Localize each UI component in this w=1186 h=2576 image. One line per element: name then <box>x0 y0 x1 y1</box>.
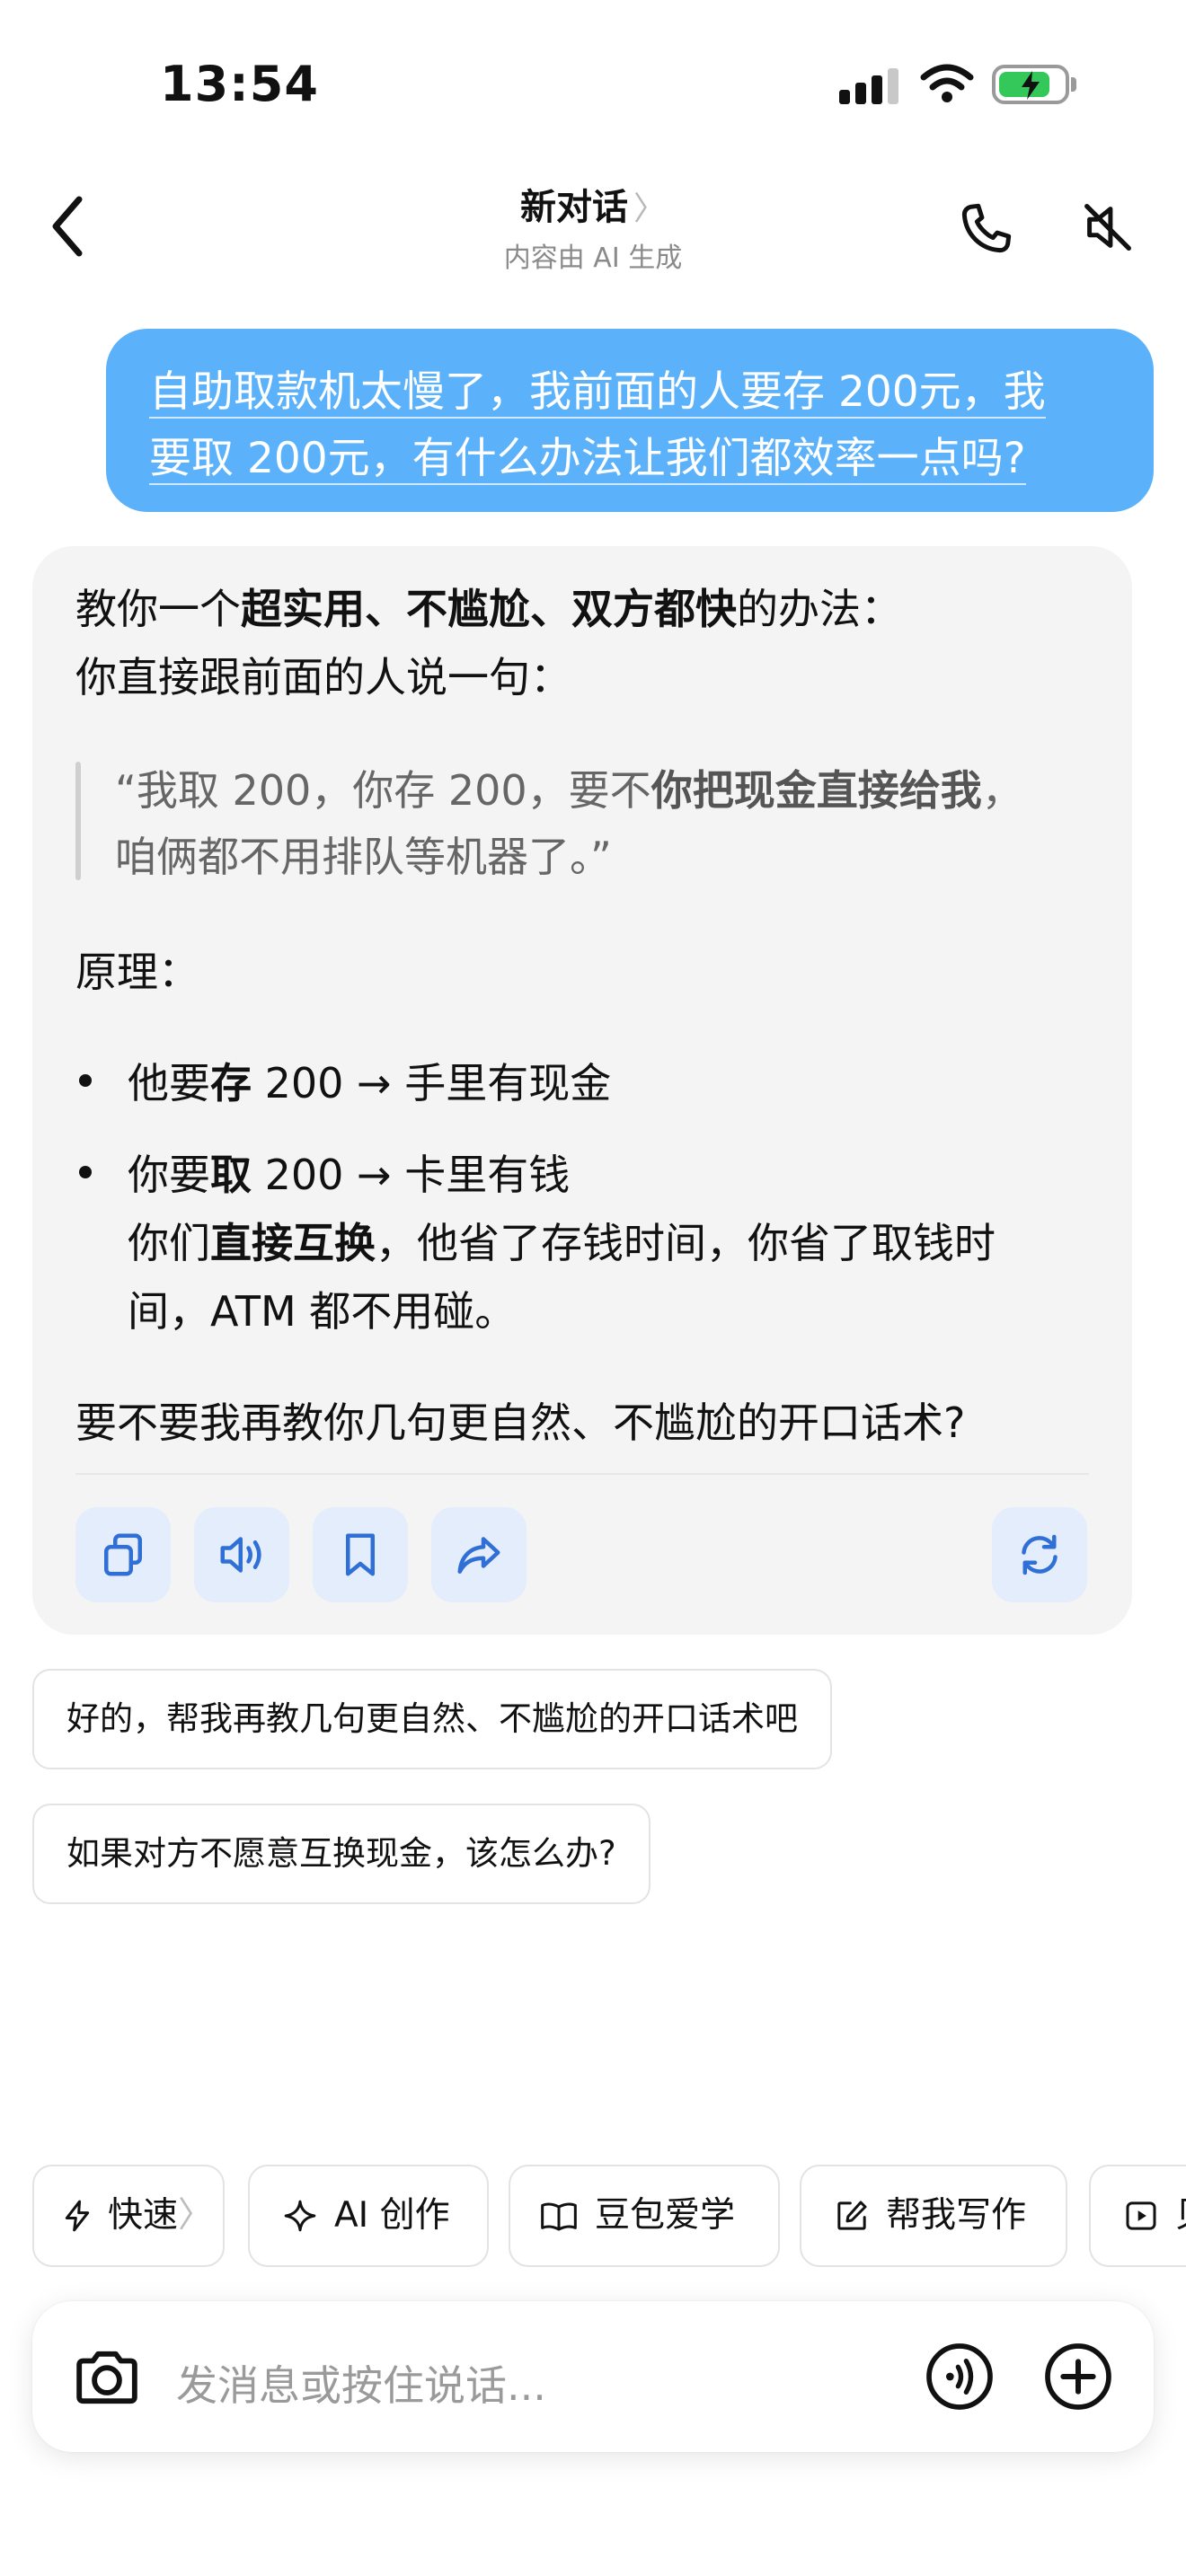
ai-divider <box>75 1473 1089 1475</box>
ai-create-chip[interactable]: AI 创作 <box>248 2165 489 2267</box>
chevron-right-icon: 〉 <box>178 2195 214 2236</box>
chevron-right-icon: 〉 <box>633 190 666 227</box>
bullet-1-text: 他要 <box>128 1059 210 1107</box>
bullet-2-continuation-1: 你们直接互换，他省了存钱时间，你省了取钱时 <box>128 1211 996 1270</box>
lightning-icon <box>65 2200 90 2232</box>
status-time: 13:54 <box>160 56 319 112</box>
ai-instruction-line: 你直接跟前面的人说一句： <box>75 653 571 701</box>
bullet-2-cont-text-end: ，他省了存钱时间，你省了取钱时 <box>376 1219 996 1267</box>
video-chip-label: 贝 <box>1175 2166 1186 2265</box>
conversation-title-text: 新对话 <box>519 187 628 228</box>
quote-emphasis: 你把现金直接给我 <box>651 766 982 815</box>
bookmark-icon <box>346 1533 375 1576</box>
bullet-item-2: 你要取 200 → 卡里有钱 <box>128 1142 570 1202</box>
bullet-2-cont-text: 你们 <box>128 1219 210 1267</box>
copy-button[interactable] <box>75 1507 171 1602</box>
fast-mode-chip[interactable]: 快速〉 <box>32 2165 225 2267</box>
doubao-learn-label: 豆包爱学 <box>595 2195 736 2236</box>
suggestion-chip-2[interactable]: 如果对方不愿意互换现金，该怎么办? <box>32 1804 651 1904</box>
blockquote-bar <box>75 762 81 880</box>
battery-nub <box>1071 77 1076 92</box>
bullet-dot <box>79 1074 92 1087</box>
ai-intro-text: 教你一个 <box>75 585 241 633</box>
help-write-label: 帮我写作 <box>886 2195 1027 2236</box>
regenerate-button[interactable] <box>992 1507 1087 1602</box>
play-icon <box>1126 2201 1156 2230</box>
regenerate-icon <box>1022 1534 1058 1575</box>
plus-icon[interactable] <box>1042 2341 1114 2413</box>
help-write-chip[interactable]: 帮我写作 <box>800 2165 1067 2267</box>
bullet-2-cont-emphasis: 直接互换 <box>210 1219 376 1267</box>
open-book-icon <box>541 2202 577 2231</box>
doubao-learn-chip[interactable]: 豆包爱学 <box>509 2165 780 2267</box>
share-button[interactable] <box>431 1507 527 1602</box>
ai-intro-text-end: 的办法： <box>737 585 902 633</box>
read-aloud-button[interactable] <box>194 1507 289 1602</box>
fast-mode-text: 快速 <box>108 2195 179 2236</box>
cellular-signal-icon <box>839 68 902 104</box>
user-message-line-1: 自助取款机太慢了，我前面的人要存 200元，我 <box>149 367 1046 419</box>
bullet-2-continuation-2: 间，ATM 都不用碰。 <box>128 1287 517 1336</box>
quote-line-2: 咱俩都不用排队等机器了。” <box>115 833 612 881</box>
phone-icon[interactable] <box>954 198 1017 260</box>
bullet-1-emphasis: 存 <box>210 1059 252 1107</box>
sparkle-icon <box>284 2200 316 2232</box>
speaker-icon <box>220 1537 261 1573</box>
bullet-2-emphasis: 取 <box>210 1151 252 1199</box>
quote-text: “我取 200，你存 200，要不 <box>115 766 651 815</box>
user-message-text: 自助取款机太慢了，我前面的人要存 200元，我 要取 200元，有什么办法让我们… <box>149 359 1111 492</box>
quote-line-1: “我取 200，你存 200，要不你把现金直接给我， <box>115 758 1023 817</box>
video-chip[interactable]: 贝 <box>1089 2165 1186 2267</box>
copy-icon <box>104 1533 142 1576</box>
bullet-1-text-end: 200 → 手里有现金 <box>252 1059 612 1107</box>
speaker-muted-icon[interactable] <box>1076 196 1139 259</box>
bullet-2-text-end: 200 → 卡里有钱 <box>252 1151 571 1199</box>
ai-intro-line: 教你一个超实用、不尴尬、双方都快的办法： <box>75 577 902 636</box>
bookmark-button[interactable] <box>313 1507 408 1602</box>
ai-intro-emphasis: 超实用、不尴尬、双方都快 <box>241 585 737 633</box>
user-message-line-2: 要取 200元，有什么办法让我们都效率一点吗? <box>149 434 1026 485</box>
edit-icon <box>837 2201 867 2230</box>
voice-call-icon[interactable] <box>924 2341 996 2413</box>
fast-mode-label: 快速〉 <box>108 2166 213 2265</box>
bullet-2-text: 你要 <box>128 1151 210 1199</box>
message-input-field[interactable]: 发消息或按住说话... <box>176 2353 546 2413</box>
quote-comma: ， <box>981 766 1023 815</box>
ai-create-label: AI 创作 <box>334 2195 450 2236</box>
share-icon <box>457 1537 500 1574</box>
bullet-dot <box>79 1166 92 1178</box>
ai-closing-question: 要不要我再教你几句更自然、不尴尬的开口话术? <box>75 1398 966 1447</box>
wifi-icon <box>920 64 974 102</box>
bullet-item-1: 他要存 200 → 手里有现金 <box>128 1051 611 1110</box>
principle-heading: 原理： <box>75 948 199 996</box>
camera-icon[interactable] <box>70 2344 144 2411</box>
suggestion-chip-1[interactable]: 好的，帮我再教几句更自然、不尴尬的开口话术吧 <box>32 1669 832 1769</box>
user-message-bubble: 自助取款机太慢了，我前面的人要存 200元，我 要取 200元，有什么办法让我们… <box>106 329 1154 512</box>
battery-icon <box>992 65 1069 104</box>
